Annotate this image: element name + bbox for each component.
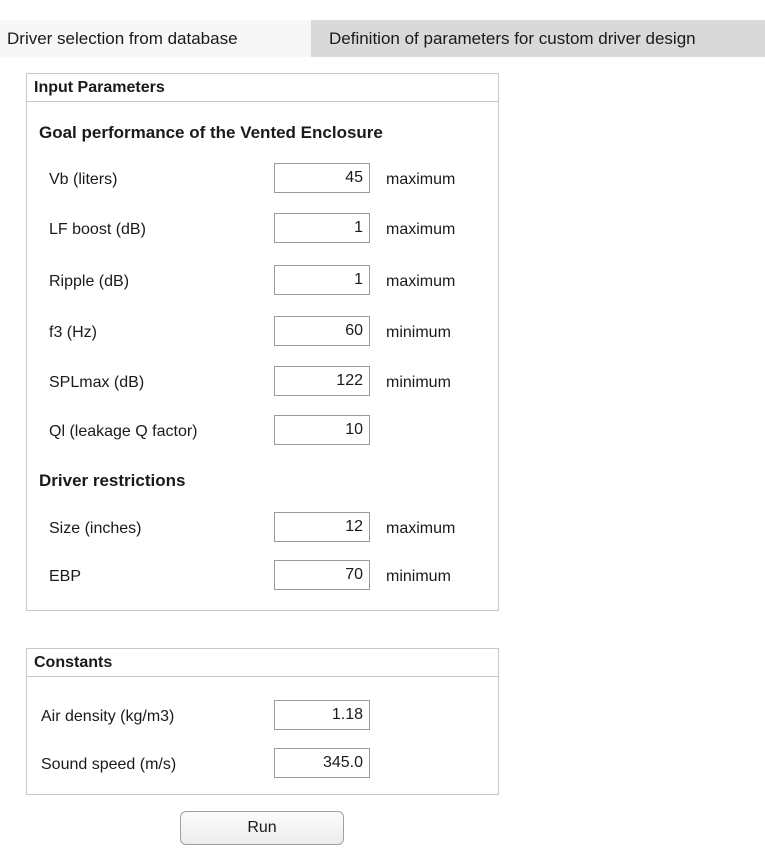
- input-parameters-title: Input Parameters: [27, 74, 498, 102]
- ebp-label: EBP: [49, 568, 82, 585]
- run-button[interactable]: Run: [180, 811, 344, 845]
- tab-bar: Driver selection from database Definitio…: [0, 0, 765, 57]
- tab-driver-selection[interactable]: Driver selection from database: [0, 20, 312, 57]
- ebp-qualifier: minimum: [386, 568, 451, 585]
- splmax-input[interactable]: [274, 366, 370, 396]
- lf-boost-input[interactable]: [274, 213, 370, 243]
- constants-title: Constants: [27, 649, 498, 677]
- sound-speed-label: Sound speed (m/s): [41, 756, 177, 773]
- splmax-label: SPLmax (dB): [49, 374, 145, 391]
- ripple-input[interactable]: [274, 265, 370, 295]
- splmax-qualifier: minimum: [386, 374, 451, 391]
- ripple-qualifier: maximum: [386, 273, 456, 290]
- air-density-input[interactable]: [274, 700, 370, 730]
- goal-performance-heading: Goal performance of the Vented Enclosure: [39, 123, 383, 142]
- f3-qualifier: minimum: [386, 324, 451, 341]
- driver-restrictions-heading: Driver restrictions: [39, 471, 186, 490]
- ql-input[interactable]: [274, 415, 370, 445]
- ql-label: Ql (leakage Q factor): [49, 423, 198, 440]
- size-label: Size (inches): [49, 520, 142, 537]
- input-parameters-panel: Input Parameters Goal performance of the…: [26, 73, 499, 611]
- vb-label: Vb (liters): [49, 171, 118, 188]
- size-qualifier: maximum: [386, 520, 456, 537]
- vb-qualifier: maximum: [386, 171, 456, 188]
- lf-boost-label: LF boost (dB): [49, 221, 146, 238]
- lf-boost-qualifier: maximum: [386, 221, 456, 238]
- f3-input[interactable]: [274, 316, 370, 346]
- vb-input[interactable]: [274, 163, 370, 193]
- tab-custom-driver-design[interactable]: Definition of parameters for custom driv…: [312, 20, 765, 57]
- f3-label: f3 (Hz): [49, 324, 97, 341]
- sound-speed-input[interactable]: [274, 748, 370, 778]
- ripple-label: Ripple (dB): [49, 273, 130, 290]
- ebp-input[interactable]: [274, 560, 370, 590]
- air-density-label: Air density (kg/m3): [41, 708, 175, 725]
- constants-panel: Constants Air density (kg/m3) Sound spee…: [26, 648, 499, 795]
- size-input[interactable]: [274, 512, 370, 542]
